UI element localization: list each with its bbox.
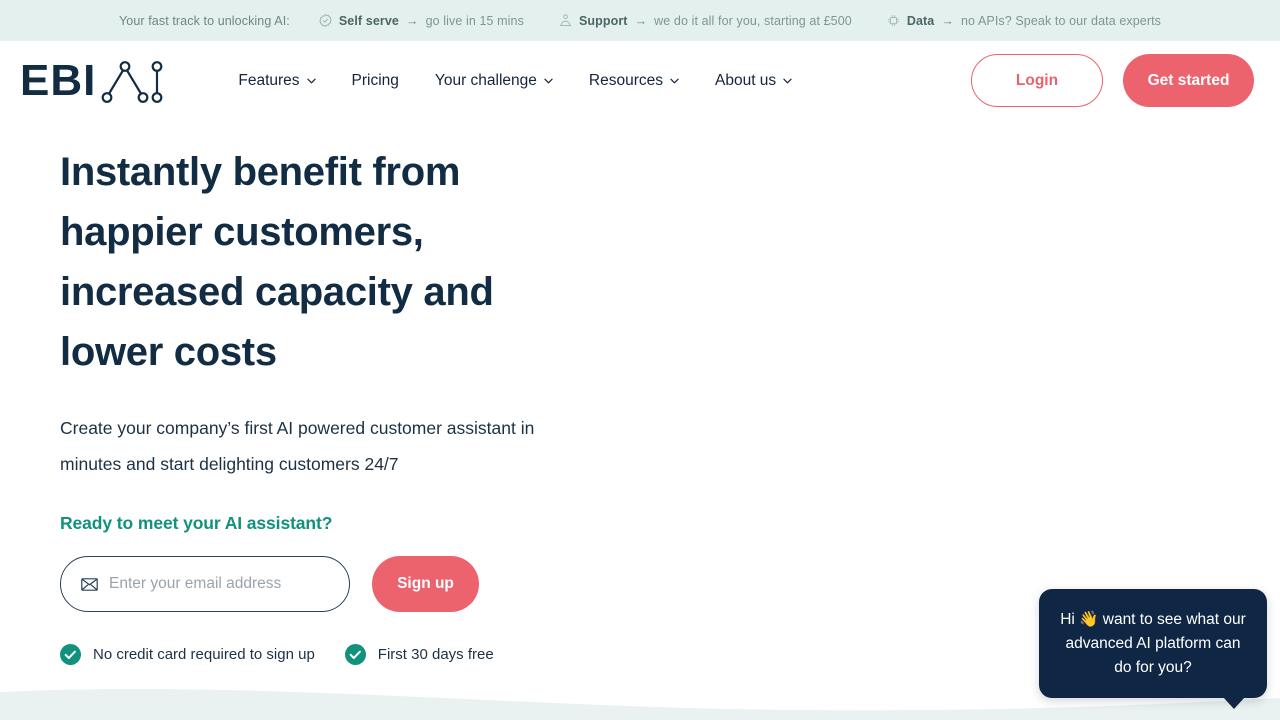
chevron-down-icon — [307, 78, 316, 84]
chevron-down-icon — [670, 78, 679, 84]
hero-subheadline: Create your company’s first AI powered c… — [60, 410, 540, 482]
hero-cta-question: Ready to meet your AI assistant? — [60, 513, 620, 534]
ai-network-mark-icon — [96, 56, 164, 106]
nav-item-about-us[interactable]: About us — [697, 72, 810, 90]
announcement-label: Support — [579, 14, 628, 28]
nav-item-your-challenge[interactable]: Your challenge — [417, 72, 571, 90]
nav-item-features[interactable]: Features — [220, 72, 333, 90]
perk-no-credit-card: No credit card required to sign up — [60, 644, 315, 665]
hero-section: Instantly benefit from happier customers… — [0, 120, 1280, 720]
email-field-wrapper[interactable] — [60, 556, 350, 612]
nav-item-pricing[interactable]: Pricing — [334, 72, 417, 90]
check-circle-icon — [345, 644, 366, 665]
announcement-item-support[interactable]: Support → we do it all for you, starting… — [558, 13, 852, 28]
page-title: Instantly benefit from happier customers… — [60, 142, 530, 382]
perk-label: First 30 days free — [378, 646, 494, 663]
get-started-button[interactable]: Get started — [1123, 54, 1254, 107]
announcement-detail: no APIs? Speak to our data experts — [961, 14, 1161, 28]
announcement-detail: we do it all for you, starting at £500 — [654, 14, 852, 28]
chevron-down-icon — [544, 78, 553, 84]
announcement-bar: Your fast track to unlocking AI: Self se… — [0, 0, 1280, 41]
api-data-icon — [886, 13, 901, 28]
chat-greeting-bubble[interactable]: Hi 👋 want to see what our advanced AI pl… — [1039, 589, 1267, 698]
nav-item-resources[interactable]: Resources — [571, 72, 697, 90]
announcement-item-data[interactable]: Data → no APIs? Speak to our data expert… — [886, 13, 1161, 28]
logo[interactable]: EBI — [20, 57, 164, 105]
hero-content: Instantly benefit from happier customers… — [60, 142, 620, 665]
hero-perks: No credit card required to sign up First… — [60, 644, 620, 665]
signup-form: Sign up — [60, 556, 620, 612]
nav-actions: Login Get started — [971, 54, 1254, 107]
perk-label: No credit card required to sign up — [93, 646, 315, 663]
nav-item-label: Resources — [589, 72, 663, 90]
check-circle-icon — [60, 644, 81, 665]
nav-item-label: Features — [238, 72, 299, 90]
nav-item-label: Pricing — [352, 72, 399, 90]
announcement-lead: Your fast track to unlocking AI: — [119, 14, 290, 28]
envelope-icon — [81, 578, 98, 591]
announcement-label: Data — [907, 14, 935, 28]
chevron-down-icon — [783, 78, 792, 84]
announcement-item-self-serve[interactable]: Self serve → go live in 15 mins — [318, 13, 524, 28]
signup-button[interactable]: Sign up — [372, 556, 479, 612]
nav-item-label: About us — [715, 72, 776, 90]
nav-item-label: Your challenge — [435, 72, 537, 90]
announcement-arrow: → — [940, 14, 955, 28]
main-navigation: EBI Features Pricing Y — [0, 41, 1280, 120]
perk-first-30-days-free: First 30 days free — [345, 644, 494, 665]
login-button[interactable]: Login — [971, 54, 1103, 107]
announcement-label: Self serve — [339, 14, 399, 28]
chat-greeting-text: Hi 👋 want to see what our advanced AI pl… — [1060, 611, 1246, 676]
announcement-arrow: → — [634, 14, 649, 28]
email-input[interactable] — [109, 575, 329, 593]
nav-links: Features Pricing Your challenge Resource… — [220, 72, 810, 90]
announcement-detail: go live in 15 mins — [426, 14, 524, 28]
badge-check-icon — [318, 13, 333, 28]
announcement-arrow: → — [405, 14, 420, 28]
support-agent-icon — [558, 13, 573, 28]
logo-wordmark: EBI — [20, 59, 96, 103]
